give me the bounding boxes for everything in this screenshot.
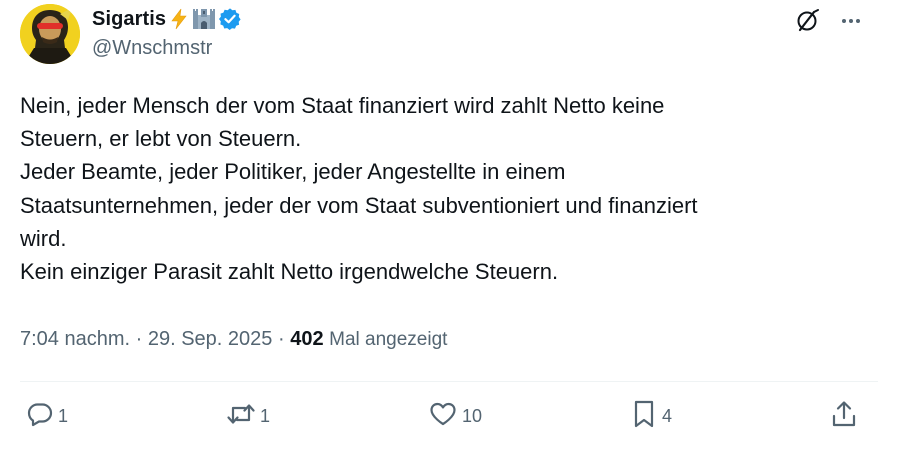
view-count: 402 bbox=[290, 328, 324, 350]
like-icon bbox=[428, 400, 458, 433]
repost-button[interactable]: 1 bbox=[226, 402, 270, 430]
bookmark-count: 4 bbox=[662, 405, 673, 426]
bookmark-button[interactable]: 4 bbox=[630, 400, 673, 430]
tweet-date[interactable]: 29. Sep. 2025 bbox=[148, 328, 273, 351]
like-count: 10 bbox=[462, 405, 483, 426]
lightning-emoji bbox=[169, 8, 189, 30]
author-handle[interactable]: @Wnschmstr bbox=[92, 37, 212, 60]
share-icon bbox=[830, 400, 858, 433]
avatar[interactable] bbox=[20, 4, 80, 64]
author-display-name[interactable]: Sigartis bbox=[92, 8, 166, 31]
more-icon[interactable] bbox=[840, 10, 862, 32]
castle-emoji bbox=[192, 8, 216, 30]
reply-icon bbox=[26, 400, 54, 433]
reply-button[interactable]: 1 bbox=[26, 402, 68, 430]
meta-separator: · bbox=[130, 328, 148, 350]
share-button[interactable] bbox=[830, 400, 858, 433]
meta-separator: · bbox=[272, 328, 291, 350]
repost-icon bbox=[226, 400, 256, 433]
tweet-time[interactable]: 7:04 nachm. bbox=[20, 328, 130, 351]
tweet: Sigartis @Wnschmstr Nein, jeder Mensch d… bbox=[0, 0, 898, 464]
bookmark-icon bbox=[630, 399, 658, 434]
tweet-text: Nein, jeder Mensch der vom Staat finanzi… bbox=[20, 93, 698, 285]
grok-icon[interactable] bbox=[794, 8, 820, 34]
divider bbox=[20, 381, 878, 382]
verified-badge-icon bbox=[219, 8, 241, 30]
top-actions bbox=[794, 8, 862, 34]
author-name-row: Sigartis bbox=[92, 6, 241, 32]
view-count-label: Mal angezeigt bbox=[329, 329, 448, 350]
like-button[interactable]: 10 bbox=[428, 402, 482, 430]
repost-count: 1 bbox=[260, 405, 271, 426]
reply-count: 1 bbox=[58, 405, 69, 426]
tweet-meta: 7:04 nachm. · 29. Sep. 2025 · 402 Mal an… bbox=[20, 328, 447, 351]
avatar-image bbox=[20, 4, 80, 64]
